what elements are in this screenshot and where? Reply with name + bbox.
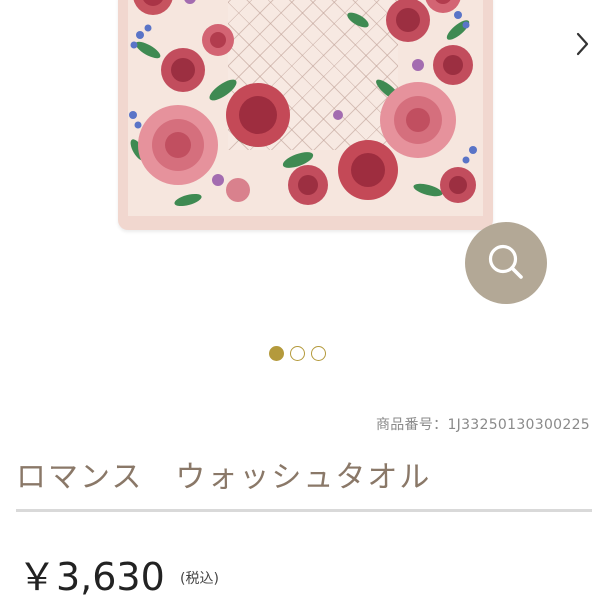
pagination-dot-1[interactable] [269,346,284,361]
chevron-right-icon [576,32,589,56]
tax-included-note: (税込) [180,571,219,587]
search-icon [488,244,523,279]
product-image-gallery[interactable] [0,0,608,330]
product-price: ￥3,630 [18,555,165,599]
pagination-dot-3[interactable] [311,346,326,361]
zoom-button[interactable] [465,222,547,304]
product-title: ロマンス ウォッシュタオル [16,460,432,495]
gallery-pagination [269,346,326,361]
next-image-button[interactable] [570,30,594,58]
product-number: 商品番号：1J33250130300225 [375,417,590,433]
product-image [118,0,493,230]
pagination-dot-2[interactable] [290,346,305,361]
divider [16,509,592,512]
floral-pattern [129,0,477,207]
